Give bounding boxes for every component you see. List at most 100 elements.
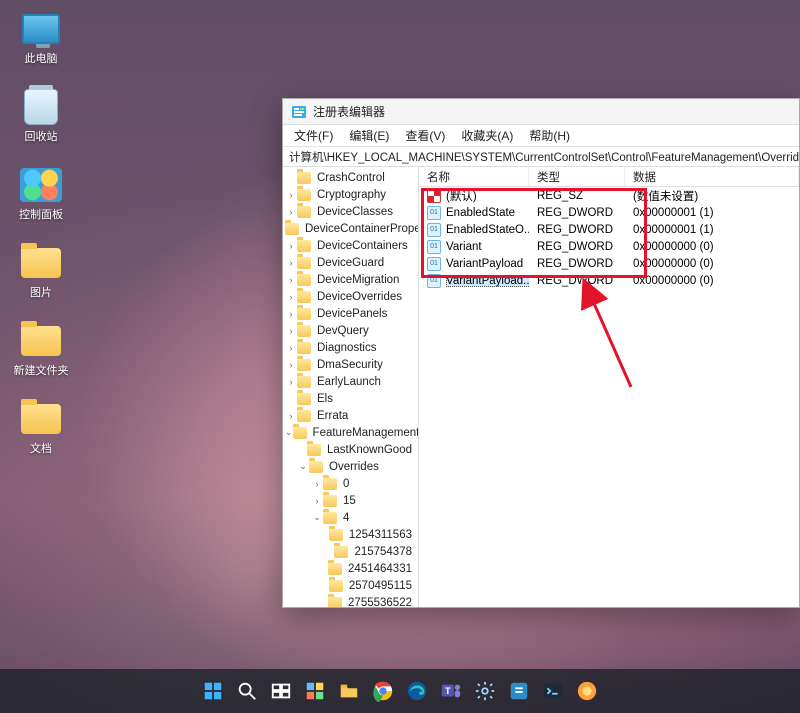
chevron-right-icon[interactable]: › — [311, 496, 323, 506]
address-bar[interactable]: 计算机\HKEY_LOCAL_MACHINE\SYSTEM\CurrentCon… — [283, 147, 799, 167]
chevron-right-icon[interactable]: › — [285, 241, 297, 251]
menu-file[interactable]: 文件(F) — [287, 125, 340, 146]
desktop-icon-control-panel[interactable]: 控制面板 — [6, 166, 76, 234]
tree-node[interactable]: ›DmaSecurity — [283, 356, 418, 373]
chevron-down-icon[interactable]: ⌄ — [285, 427, 293, 438]
widgets-icon[interactable] — [302, 678, 328, 704]
folder-icon — [334, 546, 348, 558]
titlebar[interactable]: 注册表编辑器 — [283, 99, 799, 125]
tree-node[interactable]: ›DeviceMigration — [283, 271, 418, 288]
value-type: REG_SZ — [529, 190, 625, 202]
tree-node[interactable]: › DeviceGuard — [283, 254, 418, 271]
tree-node[interactable]: 1254311563 — [283, 526, 418, 543]
app-icon[interactable] — [574, 678, 600, 704]
taskbar[interactable]: T — [0, 669, 800, 713]
tree-node[interactable]: ›DevicePanels — [283, 305, 418, 322]
chevron-right-icon[interactable]: › — [285, 190, 297, 200]
tree-node[interactable]: 2451464331 — [283, 560, 418, 577]
tree-node[interactable]: 2755536522 — [283, 594, 418, 607]
teams-icon[interactable]: T — [438, 678, 464, 704]
value-row[interactable]: EnabledStateREG_DWORD0x00000001 (1) — [419, 204, 799, 221]
chevron-down-icon[interactable]: ⌄ — [311, 512, 323, 523]
list-header[interactable]: 名称 类型 数据 — [419, 167, 799, 187]
regedit-icon — [291, 104, 307, 120]
tree-node[interactable]: ›DevQuery — [283, 322, 418, 339]
tree-node[interactable]: DeviceContainerPropertyUpda — [283, 220, 418, 237]
chevron-right-icon[interactable]: › — [311, 479, 323, 489]
tree-node[interactable]: ⌄Overrides — [283, 458, 418, 475]
tree-node[interactable]: ›EarlyLaunch — [283, 373, 418, 390]
folder-icon — [21, 326, 61, 356]
value-type: REG_DWORD — [529, 258, 625, 270]
tree-node[interactable]: › DeviceContainers — [283, 237, 418, 254]
value-name: EnabledStateO... — [446, 224, 529, 236]
chevron-right-icon[interactable]: › — [285, 326, 297, 336]
tree-node[interactable]: 2570495115 — [283, 577, 418, 594]
reg-string-icon — [427, 189, 441, 203]
folder-icon — [21, 404, 61, 434]
desktop-icon-folder[interactable]: 图片 — [6, 244, 76, 312]
desktop-icon-recycle-bin[interactable]: 回收站 — [6, 88, 76, 156]
tree-node[interactable]: ›15 — [283, 492, 418, 509]
menu-favorites[interactable]: 收藏夹(A) — [454, 125, 520, 146]
column-header-name[interactable]: 名称 — [419, 167, 529, 186]
reg-dword-icon — [427, 257, 441, 271]
settings-icon[interactable] — [472, 678, 498, 704]
chevron-right-icon[interactable]: › — [285, 360, 297, 370]
registry-value-list[interactable]: 名称 类型 数据 (默认)REG_SZ(数值未设置)EnabledStateRE… — [419, 167, 799, 607]
chevron-right-icon[interactable]: › — [285, 309, 297, 319]
tree-node[interactable]: ›0 — [283, 475, 418, 492]
chevron-right-icon[interactable]: › — [285, 258, 297, 268]
desktop-icon-folder[interactable]: 新建文件夹 — [6, 322, 76, 390]
column-header-type[interactable]: 类型 — [529, 167, 625, 186]
menu-view[interactable]: 查看(V) — [398, 125, 452, 146]
start-button[interactable] — [200, 678, 226, 704]
file-explorer-icon[interactable] — [336, 678, 362, 704]
desktop-icon-folder[interactable]: 文档 — [6, 400, 76, 468]
tree-node[interactable]: LastKnownGood — [283, 441, 418, 458]
chevron-right-icon[interactable]: › — [285, 343, 297, 353]
tree-node[interactable]: ⌄4 — [283, 509, 418, 526]
chrome-icon[interactable] — [370, 678, 396, 704]
tree-node[interactable]: ›Errata — [283, 407, 418, 424]
value-row[interactable]: EnabledStateO...REG_DWORD0x00000001 (1) — [419, 221, 799, 238]
folder-icon — [21, 248, 61, 278]
value-row[interactable]: VariantREG_DWORD0x00000000 (0) — [419, 238, 799, 255]
tree-node-label: DeviceContainers — [315, 240, 410, 252]
tree-node[interactable]: ›Diagnostics — [283, 339, 418, 356]
chevron-right-icon[interactable]: › — [285, 207, 297, 217]
folder-icon — [297, 376, 311, 388]
search-icon[interactable] — [234, 678, 260, 704]
folder-icon — [307, 444, 321, 456]
window-title: 注册表编辑器 — [313, 103, 385, 120]
terminal-icon[interactable] — [540, 678, 566, 704]
tree-node[interactable]: Els — [283, 390, 418, 407]
tree-node[interactable]: 215754378 — [283, 543, 418, 560]
chevron-down-icon[interactable]: ⌄ — [297, 461, 309, 472]
tree-node[interactable]: ›DeviceOverrides — [283, 288, 418, 305]
value-row[interactable]: VariantPayloadREG_DWORD0x00000000 (0) — [419, 255, 799, 272]
tree-node[interactable]: ›Cryptography — [283, 186, 418, 203]
chevron-right-icon[interactable]: › — [285, 411, 297, 421]
edge-icon[interactable] — [404, 678, 430, 704]
tree-node[interactable]: ›DeviceClasses — [283, 203, 418, 220]
registry-editor-window[interactable]: 注册表编辑器 文件(F) 编辑(E) 查看(V) 收藏夹(A) 帮助(H) 计算… — [282, 98, 800, 608]
registry-tree[interactable]: CrashControl›Cryptography›DeviceClassesD… — [283, 167, 419, 607]
desktop-icon-this-pc[interactable]: 此电脑 — [6, 10, 76, 78]
column-header-data[interactable]: 数据 — [625, 167, 799, 186]
menu-edit[interactable]: 编辑(E) — [342, 125, 396, 146]
task-view-icon[interactable] — [268, 678, 294, 704]
chevron-right-icon[interactable]: › — [285, 292, 297, 302]
app-icon[interactable] — [506, 678, 532, 704]
chevron-right-icon[interactable]: › — [285, 275, 297, 285]
value-row[interactable]: (默认)REG_SZ(数值未设置) — [419, 187, 799, 204]
value-data: 0x00000001 (1) — [625, 224, 799, 236]
folder-icon — [297, 291, 311, 303]
tree-node[interactable]: CrashControl — [283, 169, 418, 186]
value-row[interactable]: VariantPayload...REG_DWORD0x00000000 (0) — [419, 272, 799, 289]
control-panel-icon — [20, 168, 62, 202]
menu-help[interactable]: 帮助(H) — [522, 125, 577, 146]
tree-node[interactable]: ⌄FeatureManagement — [283, 424, 418, 441]
chevron-right-icon[interactable]: › — [285, 377, 297, 387]
tree-node-label: DeviceGuard — [315, 257, 386, 269]
